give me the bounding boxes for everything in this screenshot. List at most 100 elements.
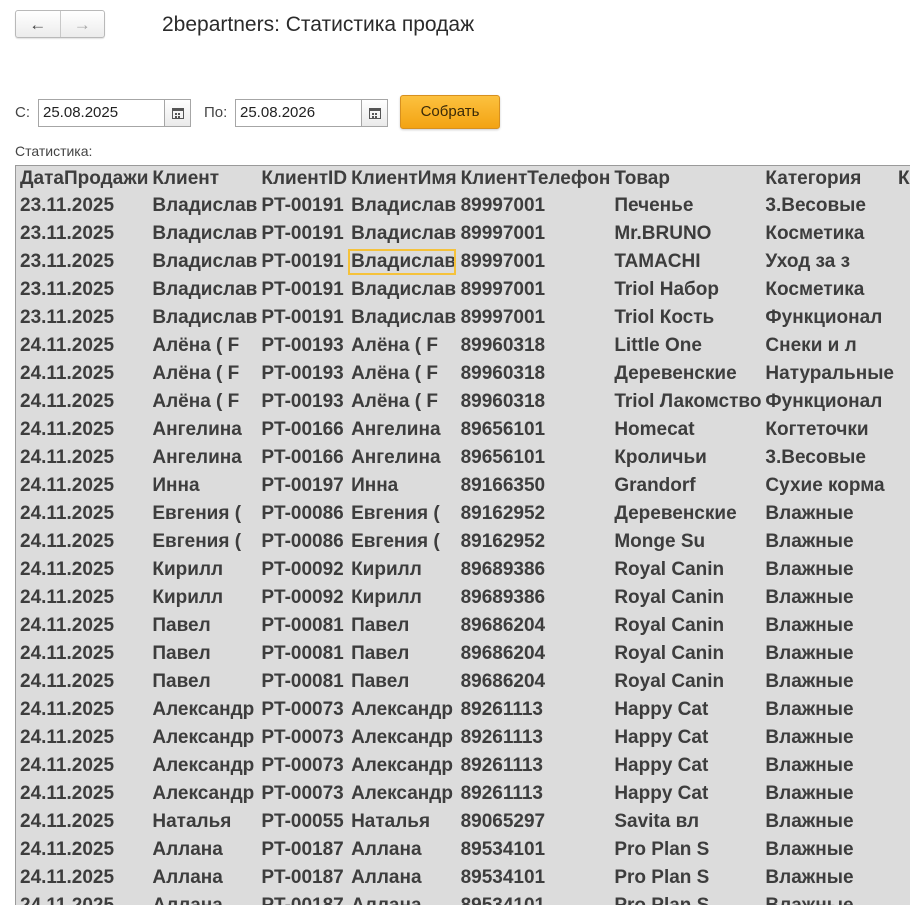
table-cell[interactable]: PT-00086 [257,528,347,556]
table-cell[interactable]: Аллана [347,864,457,892]
column-header[interactable]: Количество [894,166,910,192]
to-date-input[interactable]: 25.08.2026 [236,100,361,126]
table-row[interactable]: 24.11.2025АлланаPT-00187Аллана89534101Pr… [16,892,910,905]
table-cell[interactable]: 89261113 [457,724,611,752]
table-row[interactable]: 23.11.2025 Владислав PT-00191 Владислав 8999… [16,248,910,276]
table-cell[interactable]: PT-00166 [257,416,347,444]
table-cell[interactable]: 23.11.2025 [16,192,148,220]
table-row[interactable]: 24.11.2025 Алёна ( F PT-00193 Алёна ( F 8996… [16,332,910,360]
table-row[interactable]: 23.11.2025 Владислав PT-00191 Владислав 8999… [16,304,910,332]
table-cell[interactable]: Влажные [761,612,894,640]
table-cell[interactable]: 1 [894,360,910,388]
table-cell[interactable]: Печенье [610,192,761,220]
table-cell[interactable]: 1 [894,640,910,668]
table-cell[interactable]: Royal Canin [610,612,761,640]
table-cell[interactable]: Влажные [761,892,894,905]
table-cell[interactable]: Функционал [761,388,894,416]
table-cell[interactable]: 24.11.2025 [16,808,148,836]
table-cell[interactable]: 89534101 [457,836,611,864]
table-cell[interactable]: Pro Plan S [610,836,761,864]
table-cell[interactable]: 1 [894,472,910,500]
table-cell[interactable]: Royal Canin [610,640,761,668]
table-cell[interactable]: PT-00193 [257,388,347,416]
table-cell[interactable]: PT-00191 [257,192,347,220]
table-cell[interactable]: 89960318 [457,388,611,416]
table-cell[interactable]: Александр [148,780,257,808]
table-cell[interactable]: 3.Весовые [761,444,894,472]
table-cell[interactable]: 24.11.2025 [16,556,148,584]
table-cell[interactable]: 1 [894,248,910,276]
table-cell[interactable]: Наталья [148,808,257,836]
table-cell[interactable]: 1 [894,892,910,905]
table-row[interactable]: 24.11.2025 Алёна ( F PT-00193 Алёна ( F 8996… [16,360,910,388]
table-cell[interactable]: 89689386 [457,584,611,612]
table-cell[interactable]: Аллана [347,836,457,864]
table-cell[interactable]: Евгения ( [148,500,257,528]
table-row[interactable]: 24.11.2025АлланаPT-00187Аллана89534101Pr… [16,864,910,892]
table-cell[interactable]: Royal Canin [610,556,761,584]
table-cell[interactable]: 24.11.2025 [16,612,148,640]
table-cell[interactable]: PT-00073 [257,696,347,724]
table-cell[interactable]: Triol Кость [610,304,761,332]
table-cell[interactable]: Happy Cat [610,752,761,780]
table-cell[interactable]: 89997001 [457,248,611,276]
table-cell[interactable]: 24.11.2025 [16,444,148,472]
table-cell[interactable]: 89162952 [457,528,611,556]
table-cell[interactable]: 89997001 [457,192,611,220]
table-cell[interactable]: 1 [894,332,910,360]
table-cell[interactable]: 89261113 [457,696,611,724]
table-cell[interactable]: Инна [347,472,457,500]
table-cell[interactable]: 1 [894,556,910,584]
table-cell[interactable]: Triol Лакомство [610,388,761,416]
table-cell[interactable]: Деревенские [610,500,761,528]
table-cell[interactable]: Влажные [761,696,894,724]
table-cell[interactable]: 2 [894,304,910,332]
table-cell[interactable]: Royal Canin [610,584,761,612]
table-cell[interactable]: Александр [347,752,457,780]
table-cell[interactable]: Косметика [761,276,894,304]
table-cell[interactable]: Деревенские [610,360,761,388]
table-cell[interactable]: Homecat [610,416,761,444]
table-cell[interactable]: Аллана [347,892,457,905]
table-cell[interactable]: Влажные [761,528,894,556]
table-cell[interactable]: 89686204 [457,612,611,640]
column-header[interactable]: ДатаПродажи [16,166,148,192]
table-cell[interactable]: 89686204 [457,640,611,668]
table-cell[interactable]: 24.11.2025 [16,472,148,500]
table-cell[interactable]: PT-00187 [257,836,347,864]
table-cell[interactable]: Владислав [148,220,257,248]
table-cell[interactable]: Инна [148,472,257,500]
table-row[interactable]: 24.11.2025 Ангелина PT-00166 Ангелина 896561… [16,416,910,444]
table-cell[interactable]: Влажные [761,640,894,668]
table-cell[interactable]: PT-00081 [257,640,347,668]
table-cell[interactable]: 89997001 [457,304,611,332]
table-cell[interactable]: 89534101 [457,864,611,892]
table-row[interactable]: 24.11.2025 Ангелина PT-00166 Ангелина 896561… [16,444,910,472]
table-cell[interactable]: 1 [894,696,910,724]
table-cell[interactable]: 24.11.2025 [16,752,148,780]
table-cell[interactable]: Владислав [148,248,257,276]
table-row[interactable]: 24.11.2025 Евгения (PT-00086 Евгения (8916… [16,500,910,528]
table-cell[interactable]: 1 [894,724,910,752]
table-cell[interactable]: Уход за з [761,248,894,276]
table-cell[interactable]: 89656101 [457,444,611,472]
table-cell[interactable]: Ангелина [347,444,457,472]
table-cell[interactable]: Влажные [761,724,894,752]
table-cell[interactable]: 24.11.2025 [16,332,148,360]
table-cell[interactable]: PT-00073 [257,724,347,752]
table-cell[interactable]: Влажные [761,668,894,696]
table-cell[interactable]: Кирилл [148,556,257,584]
table-cell[interactable]: Влажные [761,780,894,808]
table-row[interactable]: 24.11.2025 Павел PT-00081 Павел 89686204 Roya… [16,612,910,640]
table-cell[interactable]: 24.11.2025 [16,640,148,668]
table-row[interactable]: 24.11.2025 Александр PT-00073 Александр 8926… [16,752,910,780]
table-cell[interactable]: Сухие корма [761,472,894,500]
table-cell[interactable]: PT-00073 [257,780,347,808]
table-cell[interactable]: 1 [894,220,910,248]
table-cell[interactable]: 1 [894,612,910,640]
table-cell[interactable]: Владислав [347,220,457,248]
table-cell[interactable]: 24.11.2025 [16,780,148,808]
table-cell[interactable]: 24.11.2025 [16,360,148,388]
table-cell[interactable]: 1 [894,752,910,780]
table-cell[interactable]: Влажные [761,752,894,780]
